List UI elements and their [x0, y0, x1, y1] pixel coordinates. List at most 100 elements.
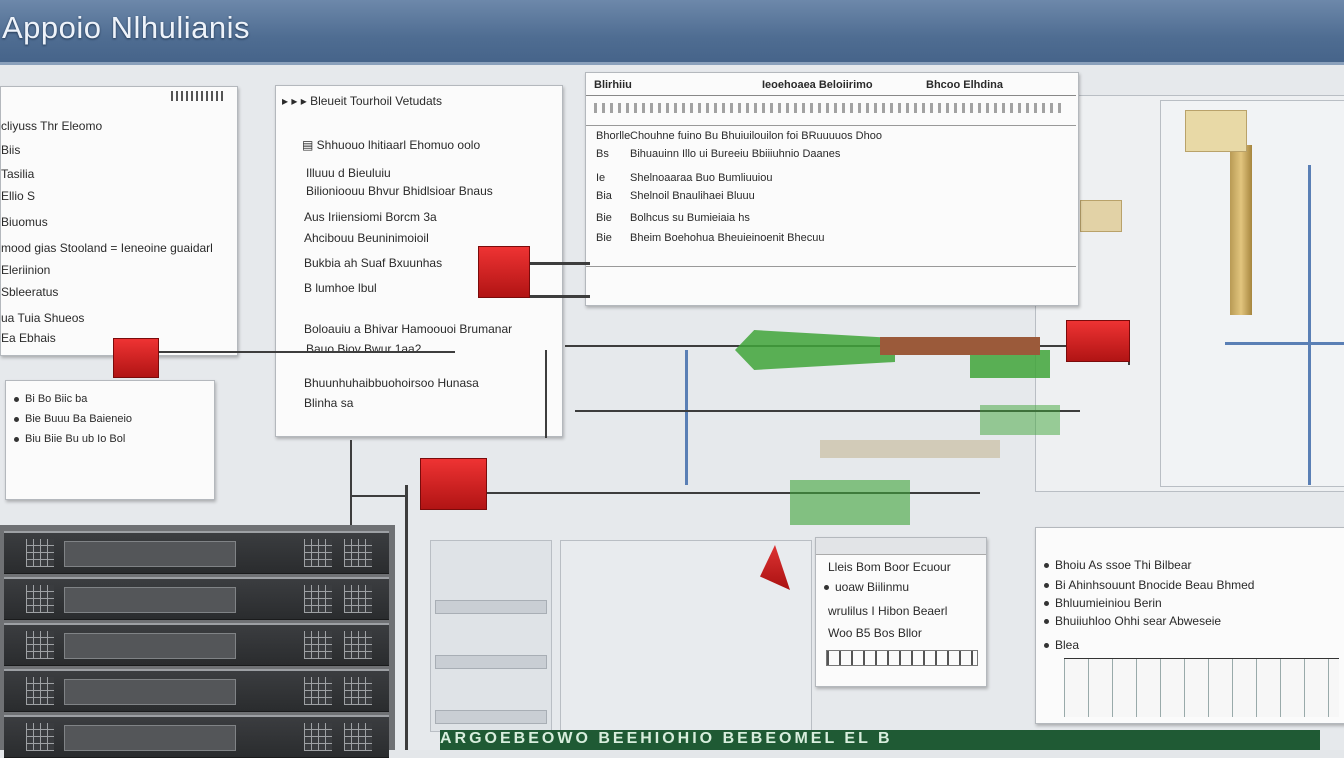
- popup-item[interactable]: Bhluumieiniou Berin: [1044, 596, 1162, 610]
- vent-grid: [26, 585, 54, 613]
- center-list-item[interactable]: Blinha sa: [304, 396, 353, 410]
- alarm-block[interactable]: [1066, 320, 1130, 362]
- alarm-block[interactable]: [478, 246, 530, 298]
- blue-divider-center: [685, 350, 688, 485]
- popup-item[interactable]: Lleis Bom Boor Ecuour: [828, 560, 951, 574]
- progress-strip: [826, 650, 978, 666]
- left-list-item[interactable]: Tasilia: [1, 167, 34, 181]
- table-row-label: Bs: [596, 148, 609, 160]
- center-list-item[interactable]: Illuuu d Bieuluiu: [306, 166, 391, 180]
- center-list-item[interactable]: Ahcibouu Beuninimoioil: [304, 231, 429, 245]
- center-list-item[interactable]: B lumhoe lbul: [304, 281, 377, 295]
- left-list-item[interactable]: Eleriinion: [1, 263, 50, 277]
- item-label: Bhuiiuhloo Ohhi sear Abweseie: [1055, 614, 1222, 628]
- vent-grid: [26, 539, 54, 567]
- popup-item[interactable]: Bi Bo Biic ba: [14, 393, 87, 405]
- center-list-item[interactable]: Boloauiu a Bhivar Hamoouoi Brumanar: [304, 322, 512, 336]
- shelf-3: [435, 710, 547, 724]
- document-icon: ▤: [302, 138, 317, 152]
- table-header-2: Ieoehoaea Beloiirimo: [762, 79, 873, 91]
- center-list-item[interactable]: Bauo Biov Bwur 1aa2: [306, 342, 421, 356]
- app-title: Appoio Nlhulianis: [2, 10, 251, 45]
- center-list-item[interactable]: Aus Iriiensiomi Borcm 3a: [304, 210, 437, 224]
- pipe-line: [520, 295, 590, 298]
- left-list-item[interactable]: Ea Ebhais: [1, 331, 56, 345]
- shelf-1: [435, 600, 547, 614]
- table-row-text[interactable]: Bheim Boehohua Bheuieinoenit Bhecuu: [630, 232, 824, 244]
- vent-grid: [344, 539, 372, 567]
- vent-grid: [26, 677, 54, 705]
- alarm-block[interactable]: [420, 458, 487, 510]
- popup-item[interactable]: Bhoiu As ssoe Thi Bilbear: [1044, 558, 1192, 572]
- left-list-item[interactable]: Biuomus: [1, 215, 48, 229]
- item-label: Bi Ahinhsouunt Bnocide Beau Bhmed: [1055, 578, 1255, 592]
- shelf-panel: [430, 540, 552, 732]
- vent-grid: [304, 631, 332, 659]
- banner-text: ARGOEBEOWO BEEHIOHIO BEBEOMEL EL B: [440, 730, 893, 747]
- item-label: Bhoiu As ssoe Thi Bilbear: [1055, 558, 1192, 572]
- footer-label: Blea: [1055, 638, 1080, 652]
- popup-item[interactable]: uoaw Biilinmu: [824, 580, 909, 594]
- table-row-text[interactable]: Bolhcus su Bumieiaia hs: [630, 212, 750, 224]
- popup-footer: Blea: [1044, 638, 1079, 652]
- app-titlebar: Appoio Nlhulianis: [0, 0, 1344, 65]
- rack-unit: [4, 669, 389, 712]
- popup-item[interactable]: wrulilus I Hibon Beaerl: [828, 604, 947, 618]
- square-bullet-icon: [1044, 583, 1049, 589]
- status-bar: [820, 440, 1000, 458]
- square-bullet-icon: [1044, 619, 1049, 625]
- pipe-vertical: [405, 485, 408, 750]
- alarm-block[interactable]: [113, 338, 159, 378]
- item-label: Bhluumieiniou Berin: [1055, 596, 1162, 610]
- table-row-text[interactable]: Shelnoil Bnaulihaei Bluuu: [630, 190, 755, 202]
- popup-item[interactable]: Bie Buuu Ba Baieneio: [14, 413, 132, 425]
- status-bar: [880, 337, 1040, 355]
- square-bullet-icon: [824, 585, 829, 591]
- left-list-item[interactable]: mood gias Stooland = Ieneoine guaidarl: [1, 241, 213, 255]
- chevron-right-icon: ▸ ▸ ▸: [282, 94, 311, 108]
- left-list-item[interactable]: Sbleeratus: [1, 285, 58, 299]
- square-bullet-icon: [14, 436, 19, 442]
- drive-bay: [64, 541, 236, 567]
- popup-item[interactable]: Bi Ahinhsouunt Bnocide Beau Bhmed: [1044, 578, 1254, 592]
- center-list-item[interactable]: Bukbia ah Suaf Bxuunhas: [304, 256, 442, 270]
- left-list-item[interactable]: ua Tuia Shueos: [1, 311, 84, 325]
- header-divider: [586, 95, 1076, 96]
- table-row-label: Ie: [596, 172, 606, 184]
- item-label: Shhuouo lhitiaarl Ehomuo oolo: [316, 138, 481, 152]
- square-bullet-icon: [1044, 563, 1049, 569]
- top-table-panel: Blirhiiu Ieoehoaea Beloiirimo Bhcoo Elhd…: [585, 72, 1079, 306]
- center-popup: Lleis Bom Boor Ecuour uoaw Biilinmu wrul…: [815, 537, 987, 687]
- vent-grid: [304, 539, 332, 567]
- left-list-item[interactable]: cliyuss Thr Eleomo: [1, 119, 102, 133]
- table-row-text[interactable]: Chouhne fuino Bu Bhuiuilouilon foi BRuuu…: [630, 130, 882, 142]
- table-row-text[interactable]: Shelnoaaraa Buo Bumliuuiou: [630, 172, 773, 184]
- pipe-vertical: [350, 440, 352, 530]
- blue-divider: [1308, 165, 1311, 485]
- vent-grid: [344, 585, 372, 613]
- table-row-text[interactable]: Bihuauinn Illo ui Bureeiu Bbiiiuhnio Daa…: [630, 148, 840, 160]
- center-list-item[interactable]: ▤ Shhuouo lhitiaarl Ehomuo oolo: [302, 138, 480, 152]
- square-bullet-icon: [1044, 601, 1049, 607]
- item-label: Bi Bo Biic ba: [25, 393, 88, 405]
- drive-bay: [64, 633, 236, 659]
- right-bg-panel-inner: [1160, 100, 1344, 487]
- drive-bay: [64, 725, 236, 751]
- popup-item[interactable]: Bhuiiuhloo Ohhi sear Abweseie: [1044, 614, 1221, 628]
- pipe-line: [350, 495, 408, 497]
- vent-grid: [304, 585, 332, 613]
- vent-grid: [344, 723, 372, 751]
- vent-grid: [26, 631, 54, 659]
- center-list-item[interactable]: Bilionioouu Bhvur Bhidlsioar Bnaus: [306, 184, 493, 198]
- table-body: Bhorlle Chouhne fuino Bu Bhuiuilouilon f…: [586, 125, 1076, 267]
- center-list-item[interactable]: Bhuunhuhaibbuohoirsoo Hunasa: [304, 376, 479, 390]
- popup-item[interactable]: Biu Biie Bu ub Io Bol: [14, 433, 125, 445]
- popup-titlebar: [816, 538, 986, 555]
- bottom-banner: ARGOEBEOWO BEEHIOHIO BEBEOMEL EL B: [440, 730, 1320, 750]
- trend-chart-area: [1064, 658, 1339, 717]
- left-list-item[interactable]: Ellio S: [1, 189, 35, 203]
- popup-item[interactable]: Woo B5 Bos Bllor: [828, 626, 922, 640]
- table-row-label: Bhorlle: [596, 130, 631, 142]
- left-list-item[interactable]: Biis: [1, 143, 20, 157]
- left-list-panel: cliyuss Thr Eleomo Biis Tasilia Ellio S …: [0, 86, 238, 356]
